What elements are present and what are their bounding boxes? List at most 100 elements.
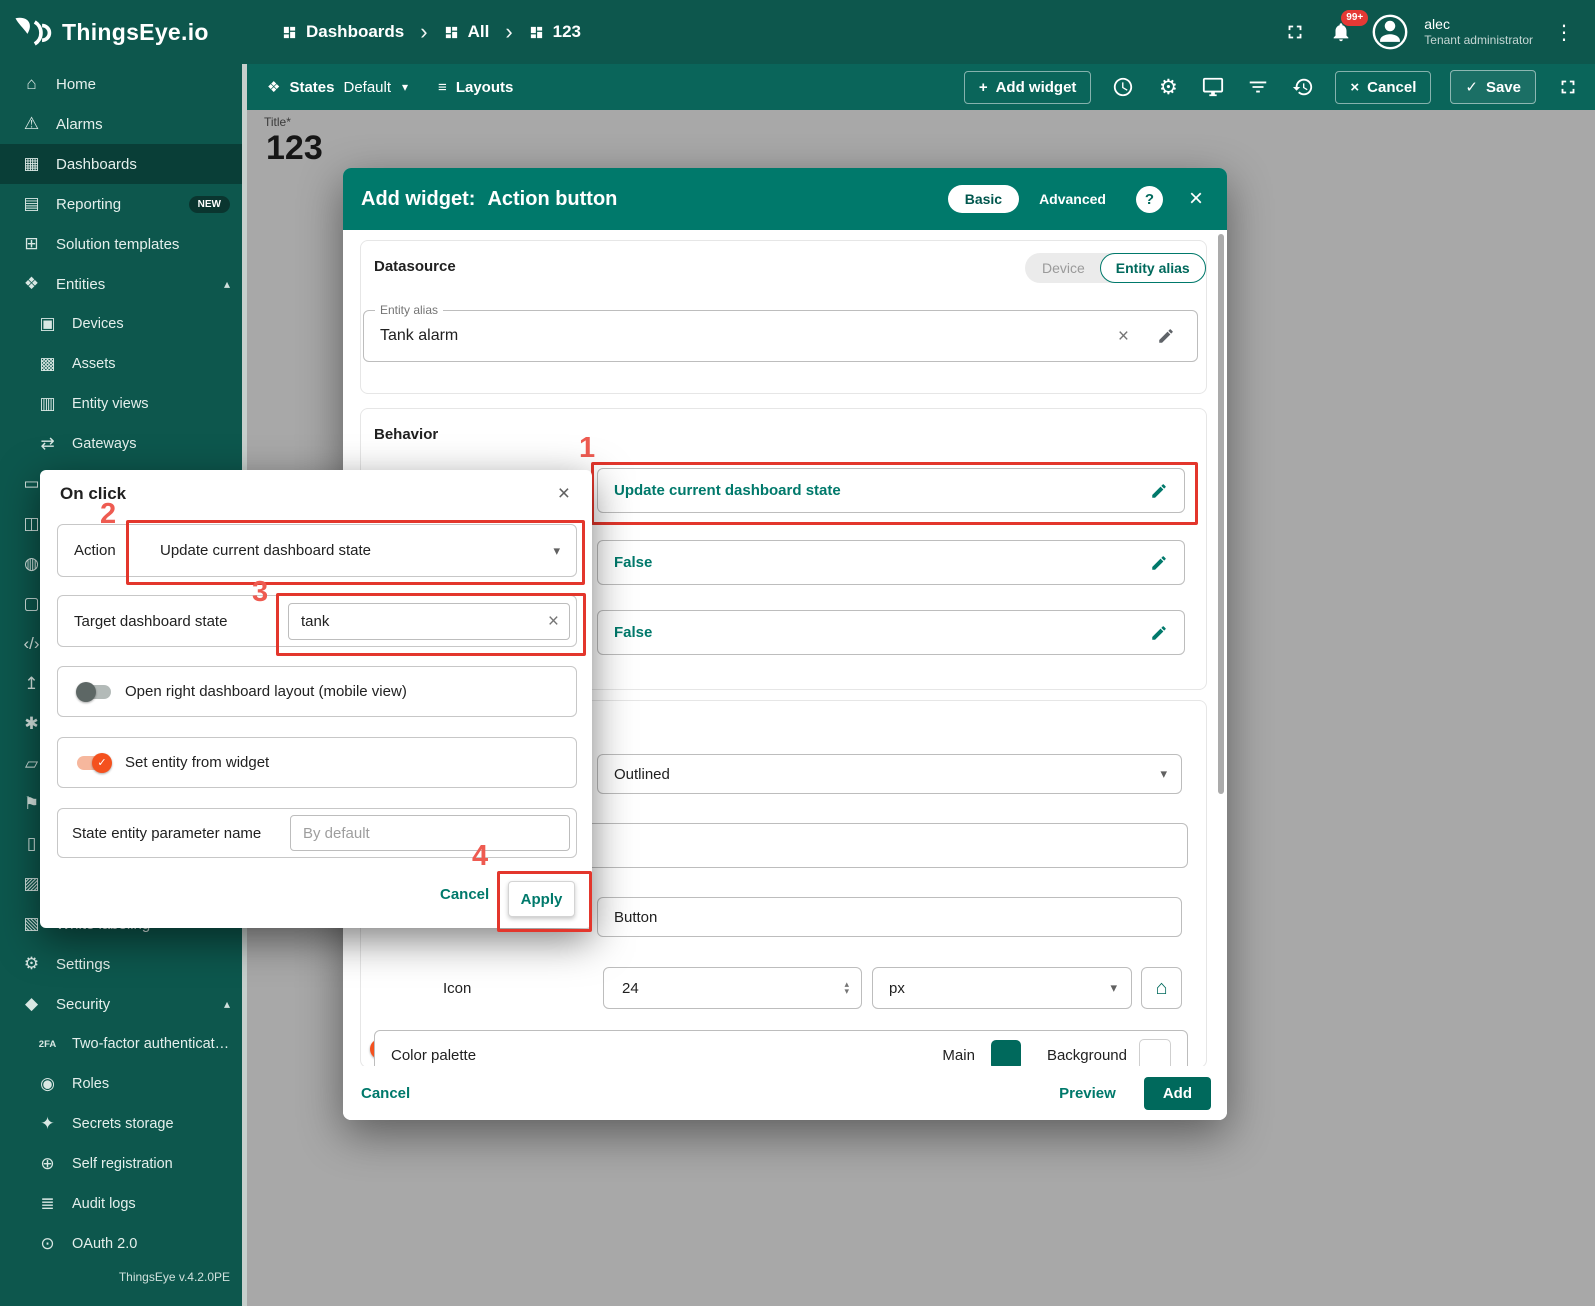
add-button[interactable]: Add [1144, 1077, 1211, 1110]
button-style-select[interactable]: Outlined ▾ [597, 754, 1182, 794]
notifications-button[interactable]: 99+ [1326, 17, 1356, 47]
sidebar-item[interactable]: ▥ Entity views [0, 384, 242, 424]
sidebar-item[interactable]: ◉ Roles [0, 1064, 242, 1104]
time-window-button[interactable] [1110, 74, 1136, 100]
sidebar-item-icon: ✦ [36, 1114, 59, 1134]
behavior-setting-value: Update current dashboard state [614, 482, 1150, 499]
breadcrumb-all[interactable]: All [444, 22, 490, 42]
sidebar-item-label: Audit logs [72, 1196, 230, 1212]
gear-icon: ⚙ [1159, 75, 1178, 100]
apply-button[interactable]: Apply [508, 881, 575, 917]
action-select-value[interactable]: Update current dashboard state [146, 542, 371, 559]
sidebar-item[interactable]: ⚙ Settings [0, 944, 242, 984]
cancel-edit-button[interactable]: × Cancel [1335, 71, 1431, 104]
sidebar-item[interactable]: ✦ Secrets storage [0, 1104, 242, 1144]
button-style-value: Outlined [614, 766, 670, 783]
preview-button[interactable]: Preview [1057, 1081, 1118, 1106]
sidebar-item-label: Secrets storage [72, 1116, 230, 1132]
icon-size-input[interactable] [620, 979, 844, 998]
dialog-cancel-button[interactable]: Cancel [438, 882, 491, 907]
sidebar-item[interactable]: ⌂ Home [0, 64, 242, 104]
tab-advanced[interactable]: Advanced [1031, 185, 1114, 213]
sidebar-item[interactable]: ⊞ Solution templates [0, 224, 242, 264]
set-entity-toggle[interactable]: ✓ [76, 753, 112, 773]
sidebar-item[interactable]: ⊙ OAuth 2.0 [0, 1224, 242, 1264]
fullscreen-icon [1557, 76, 1579, 98]
edit-pencil-icon[interactable] [1150, 624, 1168, 642]
states-selector[interactable]: ❖ States Default ▾ [267, 78, 408, 96]
filter-button[interactable] [1245, 74, 1271, 100]
sidebar-item[interactable]: ◆ Security ▴ [0, 984, 242, 1024]
toolbar-fullscreen-button[interactable] [1555, 74, 1581, 100]
target-state-input[interactable] [299, 612, 548, 631]
version-history-button[interactable] [1290, 74, 1316, 100]
clear-icon[interactable]: × [548, 612, 559, 631]
sidebar-item-icon: ⊞ [20, 234, 43, 254]
user-info[interactable]: alec Tenant administrator [1424, 16, 1533, 47]
clear-icon[interactable]: × [1118, 327, 1129, 346]
datasource-type-toggle: Device Entity alias [1025, 253, 1206, 283]
sidebar-item-icon: ⌂ [20, 74, 43, 94]
behavior-setting-row[interactable]: False [597, 610, 1185, 655]
tab-basic[interactable]: Basic [948, 185, 1019, 213]
save-button[interactable]: ✓ Save [1450, 70, 1536, 104]
palette-background-label: Background [1047, 1047, 1127, 1064]
breadcrumb-current[interactable]: 123 [529, 22, 581, 42]
icon-picker-button[interactable]: ⌂ [1141, 967, 1182, 1009]
sidebar-item[interactable]: ▦ Dashboards [0, 144, 242, 184]
sidebar-item[interactable]: ⇄ Gateways [0, 424, 242, 464]
icon-size-field[interactable]: ▴ ▾ [603, 967, 862, 1009]
modal-cancel-button[interactable]: Cancel [359, 1081, 412, 1106]
edit-pencil-icon[interactable] [1150, 554, 1168, 572]
sidebar-item[interactable]: ▣ Devices [0, 304, 242, 344]
set-entity-label: Set entity from widget [125, 754, 269, 771]
sidebar-item[interactable]: ≣ Audit logs [0, 1184, 242, 1224]
sidebar-item[interactable]: ⊕ Self registration [0, 1144, 242, 1184]
icon-label: Icon [443, 980, 471, 997]
dialog-close-button[interactable]: × [552, 482, 576, 505]
sidebar-item[interactable]: ▤ Reporting NEW [0, 184, 242, 224]
sidebar-item-label: Devices [72, 316, 230, 332]
settings-button[interactable]: ⚙ [1155, 74, 1181, 100]
cancel-label: Cancel [1367, 79, 1416, 96]
behavior-setting-row[interactable]: Update current dashboard state [597, 468, 1185, 513]
edit-pencil-icon[interactable] [1157, 327, 1175, 345]
sidebar-item[interactable]: ❖ Entities ▴ [0, 264, 242, 304]
layers-icon: ❖ [267, 78, 280, 96]
layouts-button[interactable]: ≡ Layouts [438, 79, 513, 96]
help-button[interactable]: ? [1136, 186, 1163, 213]
sidebar-item[interactable]: ⚠ Alarms [0, 104, 242, 144]
sidebar-item-label: Gateways [72, 436, 230, 452]
sidebar-item[interactable]: 2FA Two-factor authenticati… [0, 1024, 242, 1064]
manage-widgets-button[interactable] [1200, 74, 1226, 100]
button-text-field[interactable]: Button [597, 897, 1182, 937]
history-icon [1292, 76, 1314, 98]
number-stepper[interactable]: ▴ ▾ [844, 981, 849, 995]
sidebar-item-label: Roles [72, 1076, 230, 1092]
fullscreen-button[interactable] [1280, 17, 1310, 47]
avatar[interactable] [1372, 14, 1408, 50]
state-entity-param-input[interactable] [301, 824, 559, 843]
edit-pencil-icon[interactable] [1150, 482, 1168, 500]
mobile-layout-toggle[interactable] [76, 682, 112, 702]
brand-name: ThingsEye.io [62, 19, 209, 46]
entity-alias-value: Tank alarm [380, 327, 1118, 345]
behavior-setting-row[interactable]: False [597, 540, 1185, 585]
dashboard-toolbar: ❖ States Default ▾ ≡ Layouts + Add widge… [247, 64, 1595, 110]
modal-close-button[interactable]: × [1183, 186, 1209, 212]
kebab-menu-button[interactable]: ⋮ [1549, 17, 1579, 47]
icon-size-unit-select[interactable]: px ▾ [872, 967, 1132, 1009]
sidebar-item-label: Entity views [72, 396, 230, 412]
toggle-device[interactable]: Device [1025, 254, 1100, 282]
modal-title: Add widget: [361, 188, 475, 211]
sidebar-item[interactable]: ▩ Assets [0, 344, 242, 384]
brand-logo[interactable]: ThingsEye.io [0, 13, 242, 51]
chevron-down-icon[interactable]: ▾ [553, 543, 560, 559]
breadcrumb-dashboards[interactable]: Dashboards [282, 22, 404, 42]
add-widget-button[interactable]: + Add widget [964, 71, 1092, 104]
modal-scrollbar[interactable] [1218, 234, 1224, 794]
stepper-down-icon[interactable]: ▾ [844, 988, 849, 995]
entity-alias-field[interactable]: Entity alias Tank alarm × [363, 310, 1198, 362]
sidebar-item-icon: ≣ [36, 1194, 59, 1214]
toggle-entity-alias[interactable]: Entity alias [1100, 253, 1206, 283]
